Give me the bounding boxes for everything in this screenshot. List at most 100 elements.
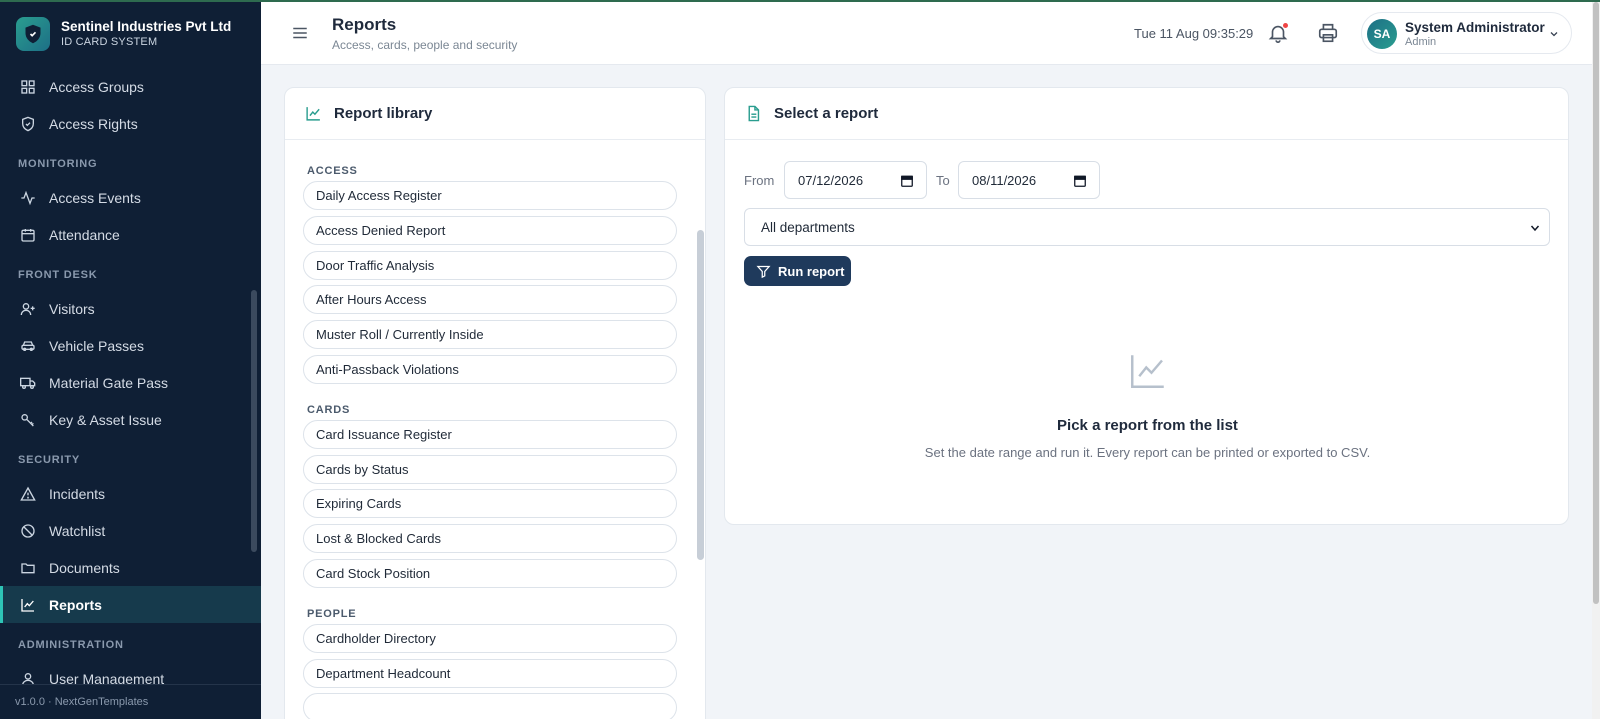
empty-state-title: Pick a report from the list: [1057, 417, 1238, 434]
sidebar-item-label: Access Rights: [49, 115, 138, 132]
sidebar-item-key-asset-issue[interactable]: Key & Asset Issue: [0, 401, 261, 438]
from-date-value: 07/12/2026: [798, 172, 864, 188]
alert-triangle-icon: [20, 486, 36, 501]
sidebar-item-label: Attendance: [49, 226, 120, 243]
to-date-input[interactable]: 08/11/2026: [958, 161, 1100, 199]
report-item-anti-passback[interactable]: Anti-Passback Violations: [303, 354, 677, 384]
top-header: Reports Access, cards, people and securi…: [261, 0, 1592, 65]
truck-icon: [20, 377, 36, 389]
chart-line-icon: [21, 598, 34, 612]
chart-line-icon: [1131, 355, 1164, 388]
group-heading-cards: CARDS: [307, 403, 351, 416]
sidebar-item-watchlist[interactable]: Watchlist: [0, 512, 261, 549]
section-heading-security: SECURITY: [18, 454, 81, 466]
activity-icon: [21, 190, 35, 205]
chevron-down-icon: [1530, 225, 1540, 232]
sidebar-item-material-gate-pass[interactable]: Material Gate Pass: [0, 364, 261, 401]
calendar-icon[interactable]: [900, 174, 914, 188]
notifications-button[interactable]: [1267, 22, 1289, 44]
sidebar-item-label: Watchlist: [49, 522, 106, 539]
sidebar: Sentinel Industries Pvt Ltd ID CARD SYST…: [0, 0, 261, 719]
user-icon: [22, 672, 34, 684]
user-name: System Administrator: [1405, 20, 1545, 35]
section-heading-front-desk: FRONT DESK: [18, 269, 98, 281]
sidebar-item-user-management[interactable]: User Management: [0, 660, 261, 684]
ban-icon: [21, 523, 35, 538]
sidebar-item-label: Reports: [49, 596, 102, 613]
group-heading-people: PEOPLE: [307, 607, 357, 620]
group-heading-access: ACCESS: [307, 165, 358, 177]
report-item-after-hours[interactable]: After Hours Access: [303, 285, 677, 315]
file-text-icon: [748, 105, 760, 122]
sidebar-item-access-groups[interactable]: Access Groups: [0, 68, 261, 105]
sidebar-item-label: Documents: [49, 559, 120, 576]
version-footer: v1.0.0 · NextGenTemplates: [0, 684, 261, 719]
shield-check-icon: [22, 116, 34, 131]
report-library-card: Report library ACCESS Daily Access Regis…: [284, 87, 706, 719]
to-label: To: [936, 173, 950, 188]
page-title: Reports: [332, 15, 397, 34]
sidebar-item-reports[interactable]: Reports: [0, 586, 261, 623]
sidebar-nav: Access Groups Access Rights MONITORING A…: [0, 68, 261, 684]
avatar: SA: [1367, 19, 1397, 49]
report-item-access-denied[interactable]: Access Denied Report: [303, 215, 677, 245]
calendar-icon[interactable]: [1073, 174, 1087, 188]
chart-line-icon: [306, 107, 320, 121]
user-menu[interactable]: SA System Administrator Admin: [1361, 12, 1572, 54]
report-item-daily-access-register[interactable]: Daily Access Register: [303, 181, 677, 210]
sidebar-item-label: Material Gate Pass: [49, 374, 169, 391]
run-report-button[interactable]: Run report: [744, 256, 851, 286]
report-item-department-headcount[interactable]: Department Headcount: [303, 658, 677, 688]
report-library-title: Report library: [334, 105, 433, 122]
report-item-cardholder-directory[interactable]: Cardholder Directory: [303, 623, 677, 653]
report-library-header: Report library: [285, 88, 705, 140]
run-report-label: Run report: [778, 263, 845, 279]
sidebar-item-documents[interactable]: Documents: [0, 549, 261, 586]
sidebar-item-label: Access Groups: [49, 78, 144, 95]
print-button[interactable]: [1317, 22, 1339, 44]
top-accent-line: [0, 0, 1600, 2]
report-item-door-traffic[interactable]: Door Traffic Analysis: [303, 250, 677, 280]
section-heading-monitoring: MONITORING: [18, 158, 98, 170]
calendar-icon: [21, 228, 35, 242]
car-icon: [21, 340, 35, 351]
shield-logo-icon: [16, 17, 50, 51]
hamburger-menu-icon[interactable]: [291, 24, 309, 42]
sidebar-item-access-rights[interactable]: Access Rights: [0, 105, 261, 142]
folder-icon: [21, 562, 35, 573]
from-date-input[interactable]: 07/12/2026: [784, 161, 927, 199]
empty-state-subtitle: Set the date range and run it. Every rep…: [924, 445, 1371, 460]
user-role: Admin: [1405, 36, 1437, 48]
report-item-card-issuance[interactable]: Card Issuance Register: [303, 419, 677, 449]
sidebar-item-vehicle-passes[interactable]: Vehicle Passes: [0, 327, 261, 364]
to-date-value: 08/11/2026: [972, 172, 1037, 188]
page-subtitle: Access, cards, people and security: [332, 38, 518, 52]
sidebar-item-incidents[interactable]: Incidents: [0, 475, 261, 512]
sidebar-item-label: Vehicle Passes: [49, 337, 144, 354]
notification-dot: [1283, 23, 1288, 28]
report-item-expiring-cards[interactable]: Expiring Cards: [303, 489, 677, 519]
sidebar-item-label: Visitors: [49, 300, 95, 317]
page-scrollbar[interactable]: [1593, 2, 1599, 604]
report-item-muster-roll[interactable]: Muster Roll / Currently Inside: [303, 320, 677, 350]
datetime-display: Tue 11 Aug 09:35:29: [1134, 26, 1254, 41]
sidebar-item-attendance[interactable]: Attendance: [0, 216, 261, 253]
brand[interactable]: Sentinel Industries Pvt Ltd ID CARD SYST…: [0, 0, 261, 68]
department-select[interactable]: All departments: [744, 208, 1550, 246]
sidebar-item-access-events[interactable]: Access Events: [0, 179, 261, 216]
report-item-card-stock[interactable]: Card Stock Position: [303, 558, 677, 588]
report-item-lost-blocked[interactable]: Lost & Blocked Cards: [303, 524, 677, 554]
grid-icon: [21, 79, 35, 94]
select-report-card: Select a report From 07/12/2026 To 08/11…: [724, 87, 1569, 525]
select-report-header: Select a report: [725, 88, 1568, 140]
select-report-title: Select a report: [774, 105, 879, 122]
sidebar-item-label: Key & Asset Issue: [49, 411, 162, 428]
printer-icon: [1318, 23, 1338, 43]
sidebar-scrollbar[interactable]: [251, 290, 257, 552]
sidebar-item-visitors[interactable]: Visitors: [0, 290, 261, 327]
sidebar-item-label: Incidents: [49, 485, 106, 502]
report-item-cards-by-status[interactable]: Cards by Status: [303, 454, 677, 484]
report-list-scrollbar[interactable]: [697, 230, 704, 560]
section-heading-administration: ADMINISTRATION: [18, 639, 124, 651]
report-item-next[interactable]: [303, 693, 677, 719]
